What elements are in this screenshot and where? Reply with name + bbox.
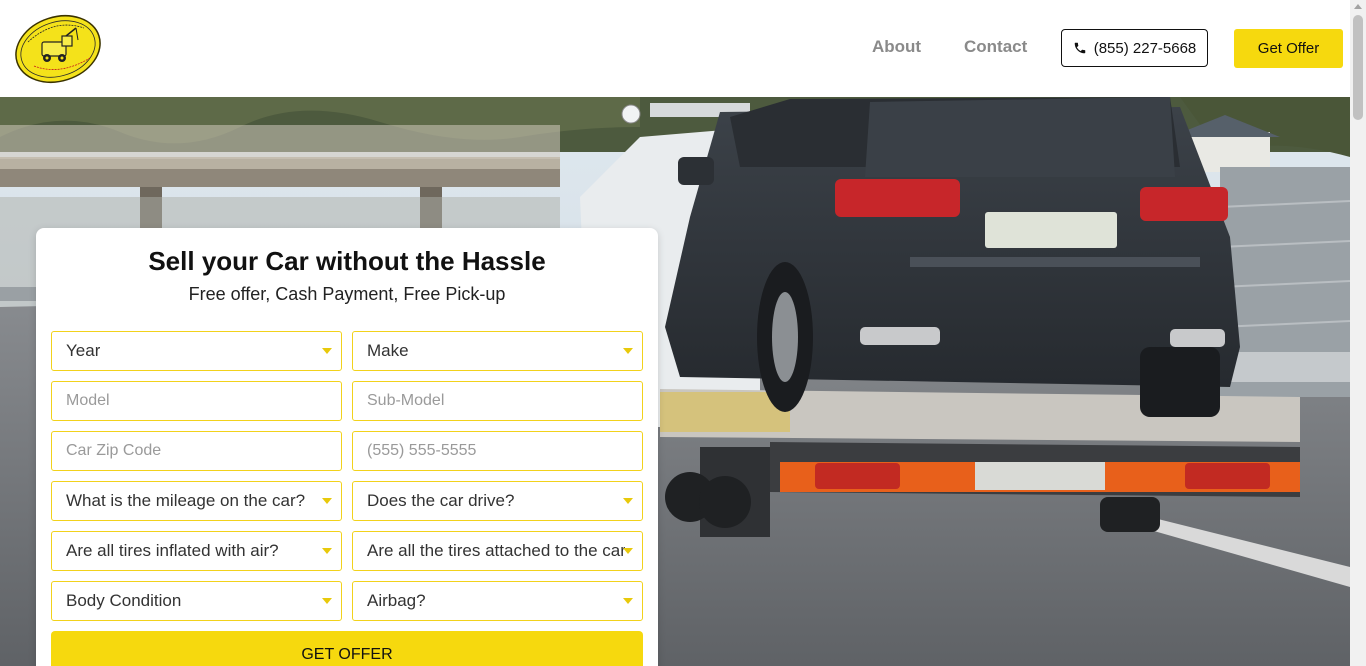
- dropdown-arrow-icon: [322, 548, 332, 554]
- airbag-select[interactable]: Airbag?: [352, 581, 643, 621]
- nav-contact-link[interactable]: Contact: [964, 37, 1027, 57]
- get-offer-submit-button[interactable]: GET OFFER: [51, 631, 643, 666]
- header-get-offer-button[interactable]: Get Offer: [1234, 29, 1343, 68]
- model-input[interactable]: Model: [51, 381, 342, 421]
- page-scrollbar[interactable]: [1350, 0, 1366, 666]
- nav-about-link[interactable]: About: [872, 37, 921, 57]
- dropdown-arrow-icon: [322, 498, 332, 504]
- tow-truck-lemon-logo-icon: [15, 15, 101, 83]
- make-select[interactable]: Make: [352, 331, 643, 371]
- airbag-select-value: Airbag?: [367, 591, 426, 610]
- dropdown-arrow-icon: [322, 348, 332, 354]
- tires-attached-select-value: Are all the tires attached to the car?: [367, 541, 625, 560]
- form-subtitle: Free offer, Cash Payment, Free Pick-up: [188, 284, 506, 304]
- body-condition-select-value: Body Condition: [66, 591, 182, 610]
- mileage-select-value: What is the mileage on the car?: [66, 491, 306, 510]
- submodel-input[interactable]: Sub-Model: [352, 381, 643, 421]
- dropdown-arrow-icon: [623, 348, 633, 354]
- tires-inflated-select[interactable]: Are all tires inflated with air?: [51, 531, 342, 571]
- year-select-value: Year: [66, 341, 101, 360]
- dropdown-arrow-icon: [623, 498, 633, 504]
- form-title: Sell your Car without the Hassle: [148, 246, 546, 276]
- mileage-select[interactable]: What is the mileage on the car?: [51, 481, 342, 521]
- phone-input[interactable]: (555) 555-5555: [352, 431, 643, 471]
- zip-code-input[interactable]: Car Zip Code: [51, 431, 342, 471]
- phone-icon: [1074, 42, 1085, 54]
- body-condition-select[interactable]: Body Condition: [51, 581, 342, 621]
- make-select-value: Make: [367, 341, 409, 360]
- phone-number: (855) 227-5668: [1093, 39, 1197, 57]
- sell-car-form-card: Sell your Car without the Hassle Free of…: [36, 228, 658, 666]
- car-drives-select-value: Does the car drive?: [367, 491, 515, 510]
- site-header: About Contact (855) 227-5668 Get Offer: [0, 0, 1350, 97]
- tires-attached-select[interactable]: Are all the tires attached to the car?: [352, 531, 643, 571]
- car-drives-select[interactable]: Does the car drive?: [352, 481, 643, 521]
- year-select[interactable]: Year: [51, 331, 342, 371]
- tires-inflated-select-value: Are all tires inflated with air?: [66, 541, 279, 560]
- company-logo[interactable]: [14, 14, 102, 84]
- dropdown-arrow-icon: [623, 598, 633, 604]
- phone-call-button[interactable]: (855) 227-5668: [1061, 29, 1208, 67]
- dropdown-arrow-icon: [322, 598, 332, 604]
- dropdown-arrow-icon: [623, 548, 633, 554]
- scrollbar-thumb[interactable]: [1353, 15, 1363, 120]
- scroll-up-arrow-icon[interactable]: [1354, 4, 1362, 9]
